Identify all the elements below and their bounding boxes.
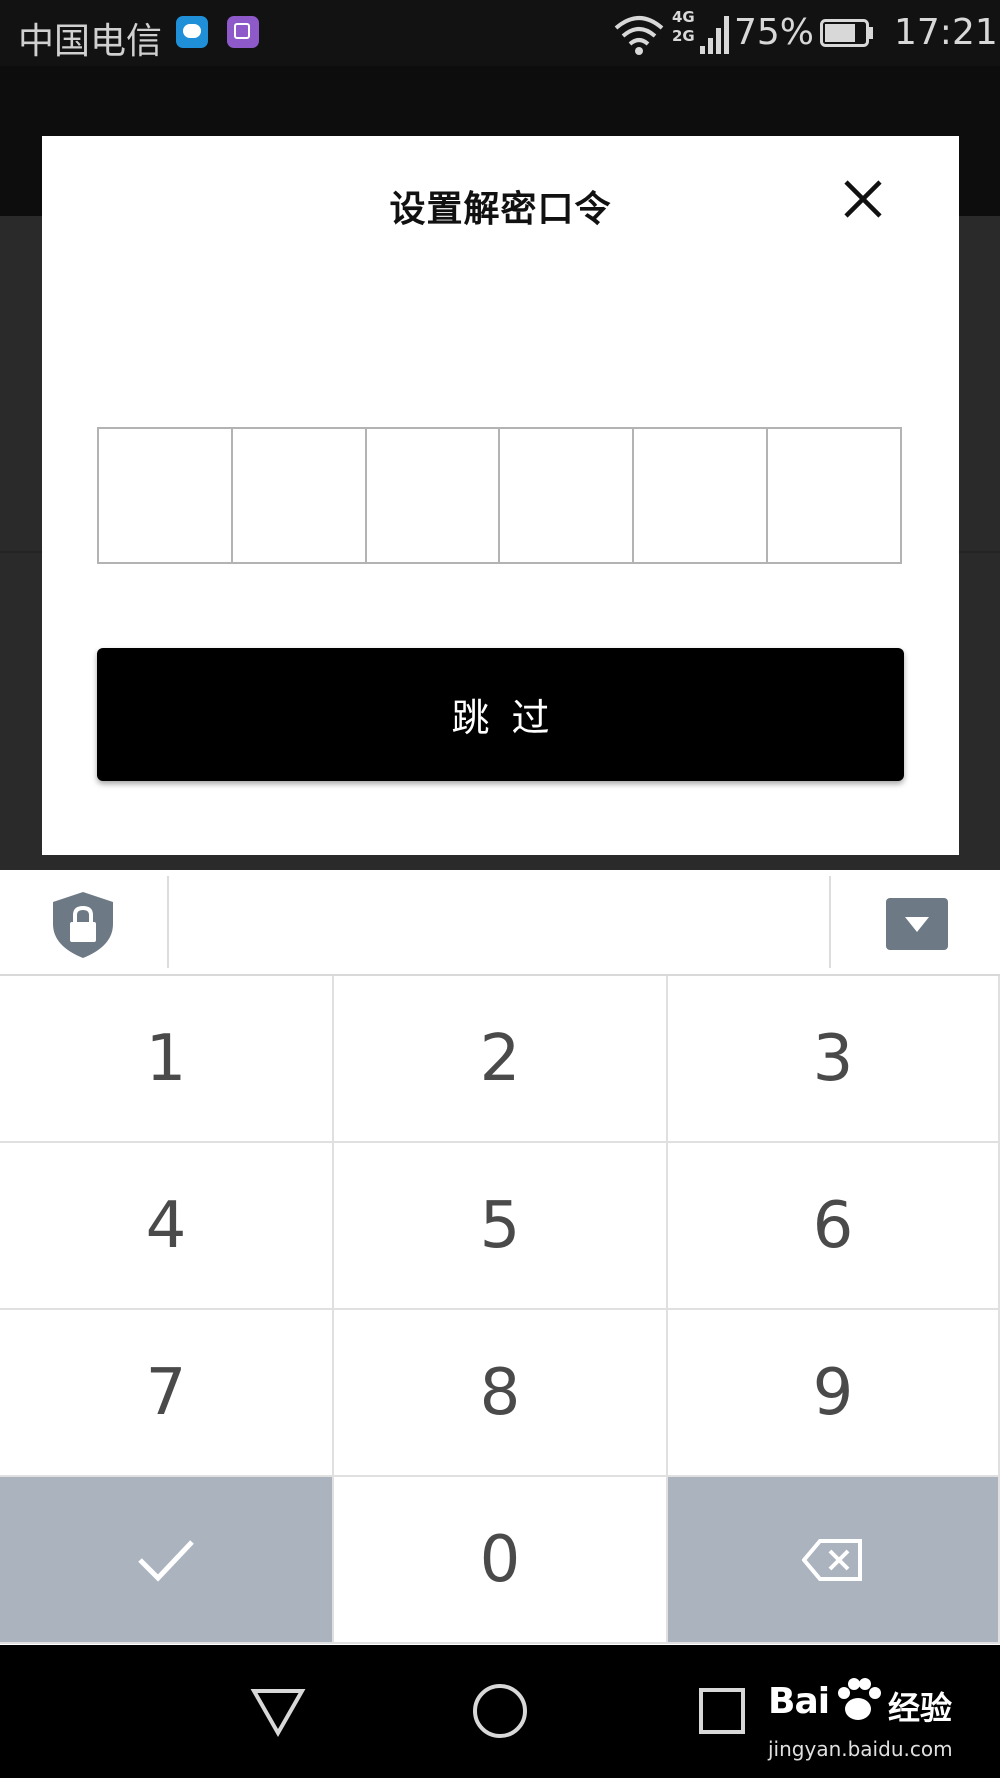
dialog-title: 设置解密口令	[389, 189, 612, 230]
secure-lock-icon	[53, 892, 113, 958]
backspace-icon	[802, 1538, 862, 1581]
skip-button[interactable]: 跳过	[97, 648, 904, 781]
jingyan-logo-text: 经验	[888, 1689, 953, 1727]
passcode-digit-box	[500, 429, 635, 562]
toolbar-divider	[167, 876, 169, 968]
watermark-url: jingyan.baidu.com	[768, 1737, 953, 1761]
toolbar-divider	[829, 876, 831, 968]
network-type-label: 4G 2G	[672, 8, 695, 46]
confirm-key[interactable]	[0, 1477, 334, 1644]
numeric-keyboard: 123 456 7890	[0, 870, 1000, 1645]
passcode-digit-box	[233, 429, 367, 562]
home-icon[interactable]	[470, 1681, 530, 1741]
gallery-notification-icon	[227, 16, 259, 48]
hide-keyboard-icon[interactable]	[886, 898, 948, 950]
set-password-dialog: 设置解密口令 跳过	[42, 136, 959, 855]
signal-strength-icon	[700, 16, 729, 54]
passcode-input[interactable]	[97, 427, 902, 564]
recent-apps-icon[interactable]	[692, 1681, 752, 1741]
key-5[interactable]: 5	[334, 1143, 668, 1310]
key-8[interactable]: 8	[334, 1310, 668, 1477]
message-notification-icon	[176, 16, 208, 48]
key-9[interactable]: 9	[668, 1310, 1000, 1477]
key-0[interactable]: 0	[334, 1477, 668, 1644]
baidu-logo-text: Bai	[768, 1681, 830, 1722]
wifi-icon	[614, 16, 664, 55]
network-2g-label: 2G	[672, 27, 695, 45]
battery-percent: 75%	[734, 12, 815, 53]
baidu-jingyan-watermark: Bai 经验 jingyan.baidu.com	[768, 1667, 968, 1767]
carrier-label: 中国电信	[18, 21, 163, 62]
delete-key[interactable]	[668, 1477, 1000, 1644]
battery-icon	[820, 19, 873, 47]
key-4[interactable]: 4	[0, 1143, 334, 1310]
passcode-digit-box	[634, 429, 769, 562]
close-icon[interactable]	[840, 176, 886, 222]
keypad: 123 456 7890	[0, 976, 1000, 1645]
check-icon	[138, 1539, 194, 1582]
keyboard-toolbar	[0, 870, 1000, 976]
key-3[interactable]: 3	[668, 976, 1000, 1143]
key-1[interactable]: 1	[0, 976, 334, 1143]
status-bar: 中国电信 4G 2G 75% 17:21	[0, 0, 1000, 66]
passcode-digit-box	[367, 429, 501, 562]
key-7[interactable]: 7	[0, 1310, 334, 1477]
network-4g-label: 4G	[672, 8, 695, 26]
key-2[interactable]: 2	[334, 976, 668, 1143]
key-6[interactable]: 6	[668, 1143, 1000, 1310]
baidu-paw-icon	[838, 1678, 881, 1720]
back-icon[interactable]	[248, 1681, 308, 1741]
navigation-bar: Bai 经验 jingyan.baidu.com	[0, 1645, 1000, 1778]
clock: 17:21	[894, 12, 998, 53]
passcode-digit-box	[99, 429, 233, 562]
passcode-digit-box	[768, 429, 900, 562]
